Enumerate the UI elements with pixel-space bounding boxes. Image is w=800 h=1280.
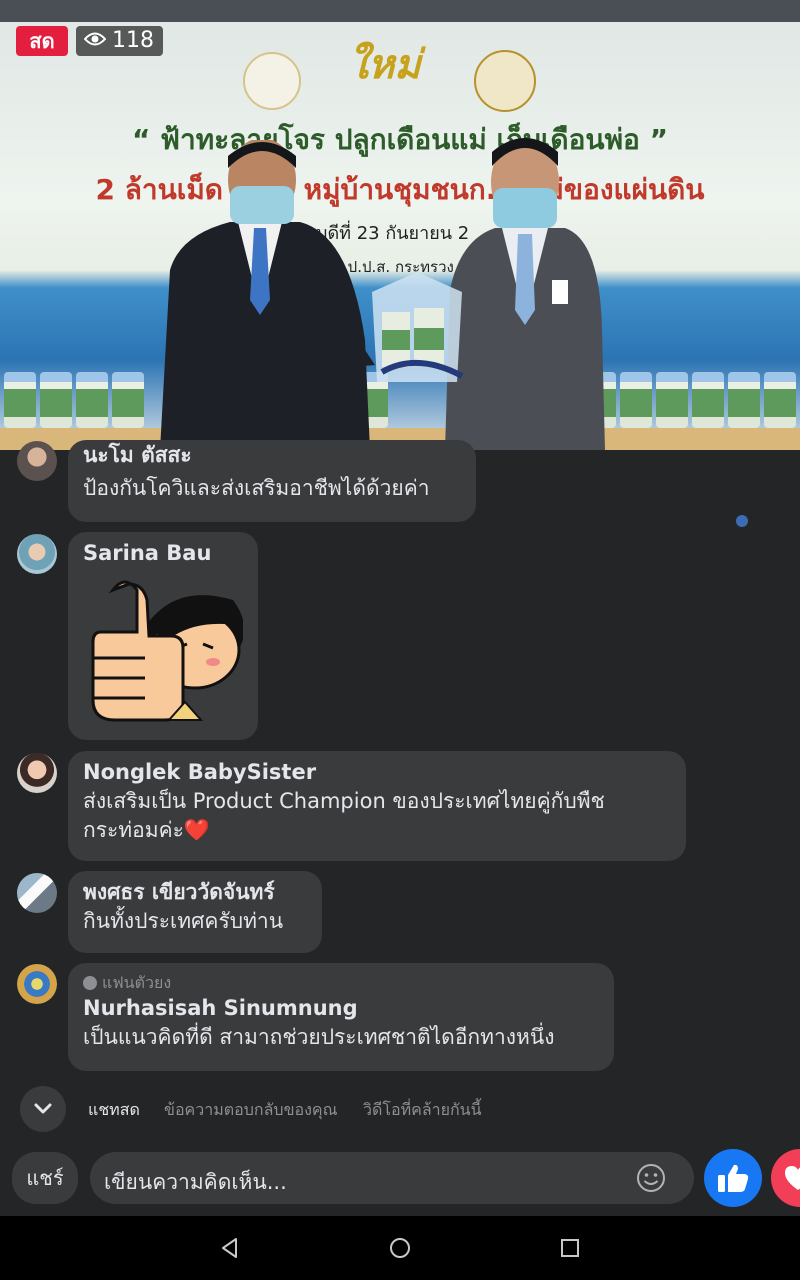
home-icon[interactable] [388, 1236, 412, 1260]
comment-bubble: Sarina Bau [68, 532, 258, 740]
avatar[interactable] [17, 753, 57, 793]
gift-basket [362, 272, 472, 390]
viewer-count: 118 [112, 28, 154, 53]
banner-line-1: “ ฟ้าทะลายโจร ปลูกเดือนแม่ เก็บเดือนพ่อ … [132, 123, 668, 156]
top-fan-badge: แฟนตัวยง [83, 973, 599, 993]
comment-input[interactable]: เขียนความคิดเห็น... [90, 1152, 694, 1204]
viewer-count-badge: 118 [76, 26, 163, 56]
commenter-name[interactable]: พงศธร เขียววัดจันทร์ [83, 877, 307, 907]
emblem-left-logo [243, 52, 301, 110]
avatar[interactable] [17, 873, 57, 913]
love-icon[interactable] [771, 1149, 800, 1207]
comment-placeholder: เขียนความคิดเห็น... [104, 1170, 287, 1194]
reaction-icon [736, 515, 748, 527]
commenter-name[interactable]: Nurhasisah Sinumnung [83, 993, 599, 1023]
recents-icon[interactable] [560, 1238, 580, 1258]
comment-text: กินทั้งประเทศครับท่าน [83, 909, 284, 933]
live-video[interactable]: ใหม่ “ ฟ้าทะลายโจร ปลูกเดือนแม่ เก็บเดือ… [0, 0, 800, 450]
tab-live-chat[interactable]: แชทสด [88, 1098, 140, 1123]
comment-bubble: แฟนตัวยง Nurhasisah Sinumnung เป็นแนวคิด… [68, 963, 614, 1071]
tab-similar-videos[interactable]: วิดีโอที่คล้ายกันนี้ [363, 1098, 482, 1123]
avatar[interactable] [17, 964, 57, 1004]
commenter-name[interactable]: นะโม ตัสสะ [83, 440, 461, 470]
emblem-right-logo [474, 50, 536, 112]
comment-text: ป้องกันโควิและส่งเสริมอาชีพได้ด้วยค่า [83, 476, 430, 500]
commenter-name[interactable]: Nonglek BabySister [83, 757, 671, 787]
comment-text: ส่งเสริมเป็น Product Champion ของประเทศไ… [83, 789, 605, 813]
heart-emoji: ❤️ [183, 818, 211, 842]
collapse-button[interactable] [20, 1086, 66, 1132]
comment-bubble: Nonglek BabySister ส่งเสริมเป็น Product … [68, 751, 686, 861]
commenter-name[interactable]: Sarina Bau [83, 538, 243, 568]
share-button[interactable]: แชร์ [12, 1152, 78, 1204]
video-top-band [0, 0, 800, 22]
comment-bubble: พงศธร เขียววัดจันทร์ กินทั้งประเทศครับท่… [68, 871, 322, 953]
avatar[interactable] [17, 441, 57, 481]
tab-your-replies[interactable]: ข้อความตอบกลับของคุณ [164, 1098, 337, 1123]
eye-icon [83, 26, 107, 56]
live-badge: สด [16, 26, 68, 56]
fan-badge-icon [83, 976, 97, 990]
chevron-down-icon [34, 1100, 52, 1119]
comment-bubble: นะโม ตัสสะ ป้องกันโควิและส่งเสริมอาชีพได… [68, 440, 476, 522]
back-icon[interactable] [218, 1236, 242, 1260]
comment-text-line-2: กระท่อมค่ะ❤️ [83, 818, 211, 842]
system-nav-bar [0, 1216, 800, 1280]
thumbs-up-sticker [85, 570, 245, 728]
smiley-icon[interactable] [636, 1163, 666, 1193]
program-logo: ใหม่ [348, 42, 421, 88]
banner-line-2: 2 ล้านเม็ด 2 ... หมู่บ้านชุมชนก... แม่ขอ… [95, 173, 705, 206]
official-left [150, 138, 380, 450]
comment-text: เป็นแนวคิดที่ดี สามาถช่วยประเทศชาติไดอีก… [83, 1025, 555, 1049]
like-icon[interactable] [704, 1149, 762, 1207]
avatar[interactable] [17, 534, 57, 574]
